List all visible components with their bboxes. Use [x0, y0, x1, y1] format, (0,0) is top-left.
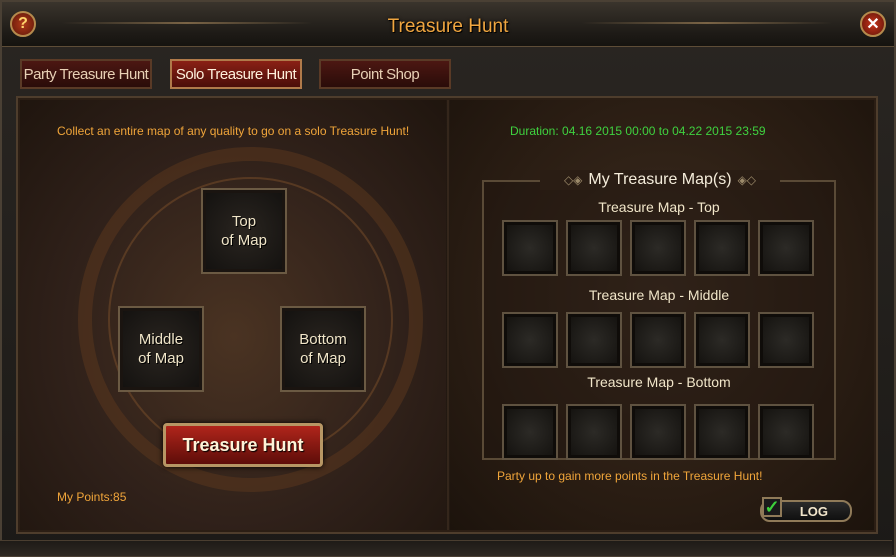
map-piece-top[interactable]: Top of Map	[201, 188, 287, 274]
map-row-label-top: Treasure Map - Top	[598, 199, 720, 215]
map-slot-middle-2[interactable]	[566, 312, 622, 368]
map-slot-top-5[interactable]	[758, 220, 814, 276]
log-button-label: LOG	[799, 503, 828, 519]
help-button[interactable]: ?	[10, 11, 36, 37]
piece-label-line2: of Map	[221, 232, 267, 249]
piece-label-line2: of Map	[300, 350, 346, 367]
tab-party-treasure-hunt[interactable]: Party Treasure Hunt	[20, 59, 152, 89]
map-slot-middle-3[interactable]	[630, 312, 686, 368]
map-slot-bottom-5[interactable]	[758, 404, 814, 460]
map-slot-top-4[interactable]	[694, 220, 750, 276]
map-piece-bottom[interactable]: Bottom of Map	[280, 306, 366, 392]
map-slot-middle-5[interactable]	[758, 312, 814, 368]
event-duration: Duration: 04.16 2015 00:00 to 04.22 2015…	[510, 124, 766, 138]
ornament-diamond-icon: ◇◈	[563, 173, 583, 187]
piece-label-line1: Bottom	[299, 331, 347, 348]
tab-label: Party Treasure Hunt	[23, 65, 149, 83]
piece-label-line2: of Map	[138, 350, 184, 367]
window-bottom-border	[0, 540, 892, 556]
map-row-label-bottom: Treasure Map - Bottom	[587, 374, 731, 390]
tab-point-shop[interactable]: Point Shop	[319, 59, 451, 89]
tab-label: Point Shop	[350, 65, 420, 83]
solo-hunt-instruction: Collect an entire map of any quality to …	[57, 124, 410, 138]
map-slot-bottom-4[interactable]	[694, 404, 750, 460]
question-mark-icon: ?	[18, 15, 28, 32]
close-button[interactable]: ✕	[860, 11, 886, 37]
party-hint: Party up to gain more points in the Trea…	[497, 469, 763, 483]
close-icon: ✕	[866, 16, 880, 33]
piece-label-line1: Top	[231, 213, 257, 230]
map-row-label-middle: Treasure Map - Middle	[588, 287, 730, 303]
treasure-hunt-button[interactable]: Treasure Hunt	[163, 423, 323, 467]
log-checkbox[interactable]: ✓	[762, 497, 782, 517]
ornament-diamond-icon: ◈◇	[737, 173, 757, 187]
piece-label-line1: Middle	[138, 331, 184, 348]
my-treasure-maps-header: ◇◈ My Treasure Map(s) ◈◇	[540, 170, 780, 190]
title-bar: Treasure Hunt ? ✕	[2, 2, 894, 47]
treasure-hunt-button-label: Treasure Hunt	[182, 434, 304, 455]
map-slot-middle-1[interactable]	[502, 312, 558, 368]
checkmark-icon: ✓	[764, 497, 780, 517]
window-title: Treasure Hunt	[387, 16, 509, 37]
map-slot-bottom-2[interactable]	[566, 404, 622, 460]
my-points: My Points:85	[57, 490, 127, 504]
tab-label: Solo Treasure Hunt	[175, 65, 297, 83]
map-slot-middle-4[interactable]	[694, 312, 750, 368]
map-slot-bottom-3[interactable]	[630, 404, 686, 460]
map-slot-top-3[interactable]	[630, 220, 686, 276]
map-piece-middle[interactable]: Middle of Map	[118, 306, 204, 392]
tab-solo-treasure-hunt[interactable]: Solo Treasure Hunt	[170, 59, 302, 89]
my-treasure-maps-title: My Treasure Map(s)	[588, 171, 732, 188]
map-slot-top-1[interactable]	[502, 220, 558, 276]
map-slot-bottom-1[interactable]	[502, 404, 558, 460]
map-slot-top-2[interactable]	[566, 220, 622, 276]
